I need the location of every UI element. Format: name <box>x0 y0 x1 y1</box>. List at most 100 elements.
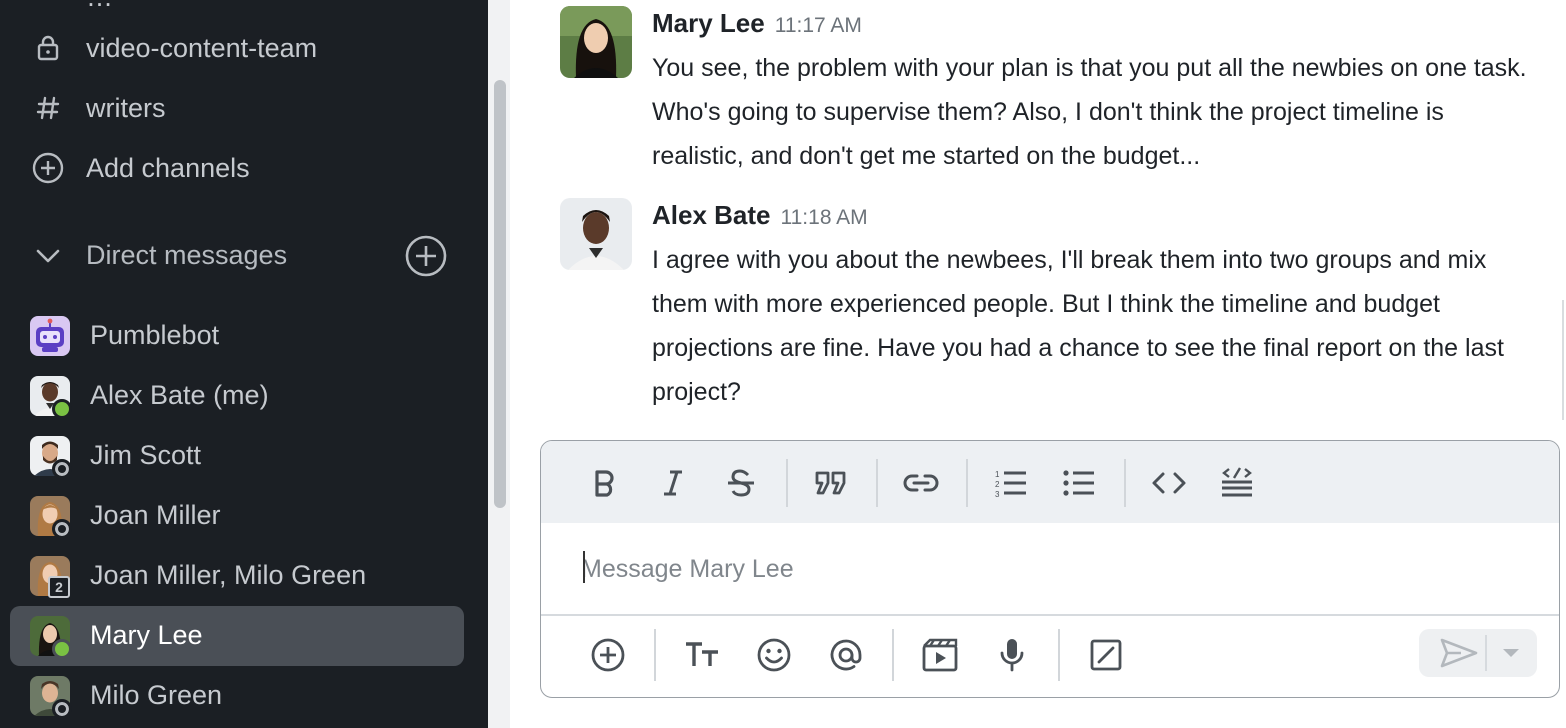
dm-item-pumblebot[interactable]: Pumblebot <box>10 306 464 366</box>
dm-item-milo-green[interactable]: Milo Green <box>10 666 464 726</box>
strikethrough-icon <box>728 469 754 497</box>
add-channels-label: Add channels <box>86 152 250 183</box>
svg-text:2: 2 <box>995 480 1000 489</box>
scrollbar-thumb[interactable] <box>494 80 506 508</box>
quote-icon <box>815 471 846 495</box>
add-icon <box>591 638 625 672</box>
dm-item-mary-lee[interactable]: Mary Lee <box>10 606 464 666</box>
toolbar-separator <box>892 629 894 681</box>
author-name[interactable]: Mary Lee <box>652 8 765 38</box>
toolbar-separator <box>1124 459 1126 507</box>
send-button[interactable] <box>1429 633 1489 673</box>
add-circle-icon <box>32 152 64 184</box>
dm-label: Pumblebot <box>90 320 220 350</box>
slash-command-icon <box>1090 639 1122 671</box>
message-timestamp: 11:17 AM <box>774 14 862 37</box>
send-split-divider <box>1485 635 1487 671</box>
author-avatar[interactable] <box>560 6 632 78</box>
ordered-list-button[interactable]: 123 <box>989 461 1033 505</box>
bold-button[interactable] <box>583 461 627 505</box>
italic-icon <box>664 470 682 496</box>
dm-label: Alex Bate (me) <box>90 380 269 410</box>
bot-avatar <box>30 316 70 356</box>
code-button[interactable] <box>1147 461 1191 505</box>
channel-label: writers <box>86 92 166 123</box>
video-clip-icon <box>922 638 958 672</box>
sidebar-partial-item: … <box>86 0 113 13</box>
link-button[interactable] <box>899 461 943 505</box>
composer-divider <box>541 614 1559 616</box>
dm-label: Mary Lee <box>90 620 203 650</box>
strikethrough-button[interactable] <box>719 461 763 505</box>
author-name[interactable]: Alex Bate <box>652 200 771 230</box>
online-status-indicator <box>52 399 72 419</box>
bullet-list-icon <box>1063 470 1094 496</box>
toolbar-separator <box>786 459 788 507</box>
dm-item-jim-scott[interactable]: Jim Scott <box>10 426 464 486</box>
author-avatar[interactable] <box>560 198 632 270</box>
svg-text:3: 3 <box>995 490 1000 498</box>
offline-status-indicator <box>52 459 72 479</box>
channel-label: video-content-team <box>86 32 318 63</box>
hash-icon <box>32 92 64 124</box>
toolbar-separator <box>966 459 968 507</box>
message-timestamp: 11:18 AM <box>780 206 868 229</box>
add-direct-message-button[interactable] <box>404 234 448 278</box>
dm-label: Jim Scott <box>90 440 202 470</box>
toolbar-separator <box>876 459 878 507</box>
quote-button[interactable] <box>809 461 853 505</box>
code-block-icon <box>1222 467 1252 497</box>
italic-button[interactable] <box>651 461 695 505</box>
toolbar-separator <box>1058 629 1060 681</box>
message-text: I agree with you about the newbees, I'll… <box>652 246 1504 406</box>
text-format-button[interactable] <box>680 633 724 677</box>
lock-icon <box>32 32 64 64</box>
dm-item-group-joan-milo[interactable]: 2 Joan Miller, Milo Green <box>10 546 464 606</box>
send-button-group <box>1419 629 1537 677</box>
sidebar-channel-video-content-team[interactable]: video-content-team <box>0 22 488 74</box>
ordered-list-icon: 123 <box>995 470 1026 498</box>
link-icon <box>903 474 939 492</box>
dm-item-alex-bate[interactable]: Alex Bate (me) <box>10 366 464 426</box>
dm-item-joan-miller[interactable]: Joan Miller <box>10 486 464 546</box>
right-edge-divider <box>1562 300 1564 420</box>
mention-button[interactable] <box>824 633 868 677</box>
add-attachment-button[interactable] <box>586 633 630 677</box>
code-icon <box>1152 472 1186 494</box>
offline-status-indicator <box>52 699 72 719</box>
slash-command-button[interactable] <box>1084 633 1128 677</box>
text-cursor <box>583 551 585 583</box>
mention-icon <box>830 639 862 671</box>
send-options-button[interactable] <box>1491 633 1531 673</box>
sidebar-channel-writers[interactable]: writers <box>0 82 488 134</box>
message-text: You see, the problem with your plan is t… <box>652 54 1527 170</box>
text-format-icon <box>686 642 718 666</box>
send-icon <box>1440 638 1478 668</box>
dm-label: Milo Green <box>90 680 223 710</box>
formatting-toolbar: 123 <box>541 441 1559 523</box>
caret-down-icon <box>1503 649 1519 657</box>
chevron-down-icon[interactable] <box>32 240 64 272</box>
offline-status-indicator <box>52 519 72 539</box>
emoji-button[interactable] <box>752 633 796 677</box>
voice-message-button[interactable] <box>990 633 1034 677</box>
direct-messages-header: Direct messages <box>86 240 288 270</box>
microphone-icon <box>1000 639 1024 672</box>
dm-label: Joan Miller <box>90 500 221 530</box>
message-author[interactable]: Mary Lee 11:17 AM <box>652 8 862 39</box>
add-channels-button[interactable]: Add channels <box>0 142 488 194</box>
code-block-button[interactable] <box>1215 461 1259 505</box>
direct-messages-section: Direct messages <box>0 230 488 282</box>
emoji-icon <box>757 638 791 672</box>
svg-text:1: 1 <box>995 470 1000 479</box>
dm-label: Joan Miller, Milo Green <box>90 560 367 590</box>
bullet-list-button[interactable] <box>1057 461 1101 505</box>
message-input[interactable] <box>581 545 1521 593</box>
message-composer: 123 <box>540 440 1560 698</box>
toolbar-separator <box>654 629 656 681</box>
video-clip-button[interactable] <box>918 633 962 677</box>
sidebar: … video-content-team writers Add channel… <box>0 0 488 728</box>
member-count-badge: 2 <box>48 576 70 598</box>
message-author[interactable]: Alex Bate 11:18 AM <box>652 200 868 231</box>
online-status-indicator <box>52 639 72 659</box>
